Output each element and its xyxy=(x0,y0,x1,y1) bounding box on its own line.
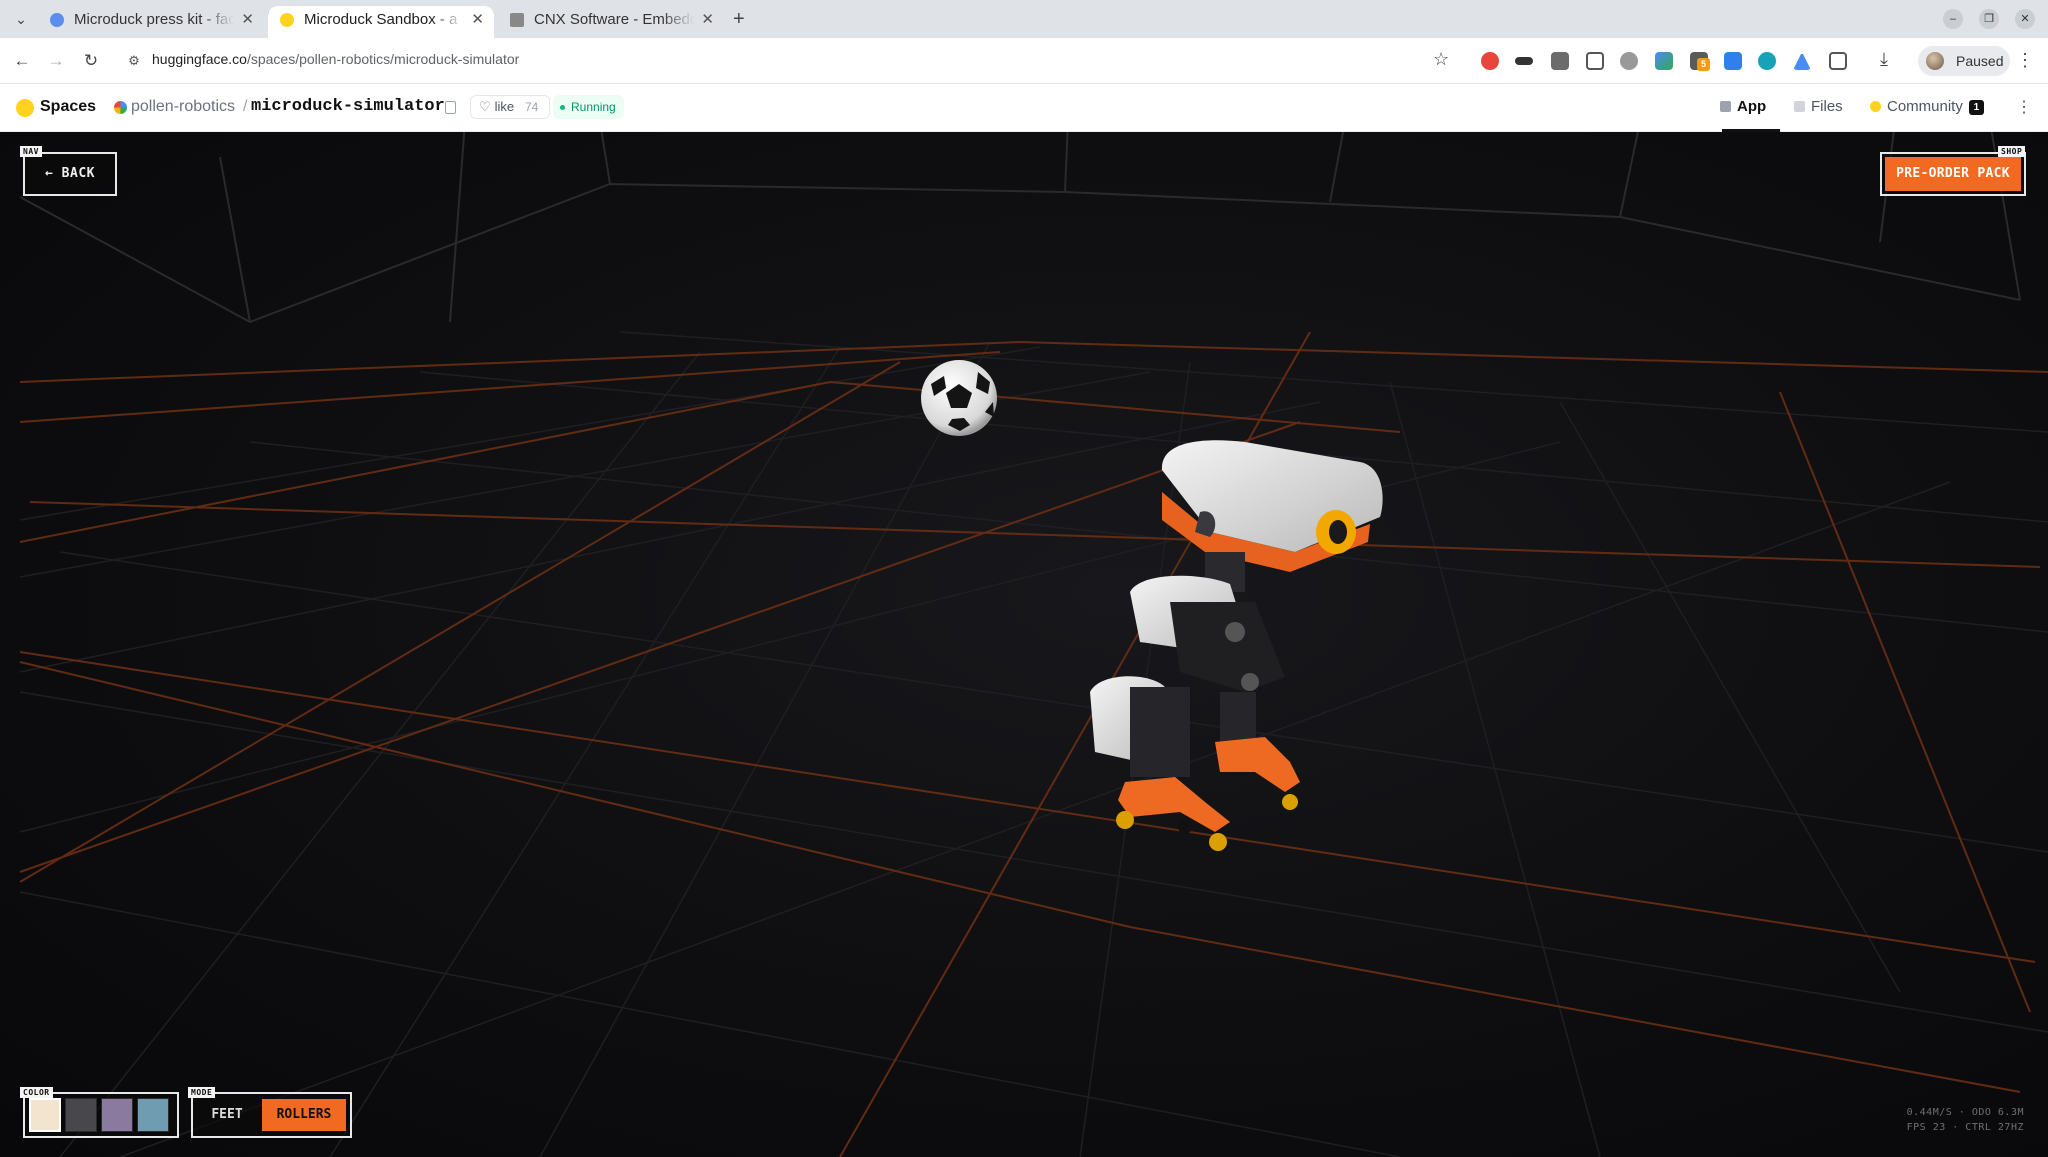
hugging-face-logo-icon[interactable] xyxy=(16,99,34,117)
browser-tab-strip: ⌄ Microduck press kit - facto ✕ Microduc… xyxy=(0,0,2048,38)
like-button[interactable]: ♡ like 74 xyxy=(470,95,550,119)
spaces-header: Spaces pollen-robotics / microduck-simul… xyxy=(0,84,2048,132)
back-arrow-icon[interactable]: ← xyxy=(11,50,33,72)
status-badge: Running xyxy=(553,95,624,119)
preorder-frame: PRE-ORDER PACK xyxy=(1880,152,2026,196)
microduck-robot[interactable] xyxy=(1090,440,1383,851)
soccer-ball[interactable] xyxy=(921,360,997,436)
tab-app-label: App xyxy=(1737,98,1767,115)
tab-title: Microduck Sandbox - a Hugg xyxy=(304,11,464,28)
back-button[interactable]: ← BACK xyxy=(23,152,117,196)
telemetry-readout: 0.44M/S · ODO 6.3M FPS 23 · CTRL 27HZ xyxy=(1907,1105,2024,1135)
community-count-badge: 1 xyxy=(1968,100,1984,115)
download-helper-extension-icon[interactable] xyxy=(1724,52,1742,70)
spaces-link[interactable]: Spaces xyxy=(40,98,96,116)
extensions-puzzle-icon[interactable] xyxy=(1829,52,1847,70)
like-label: like xyxy=(494,99,515,114)
arena-walls xyxy=(19,132,2021,324)
browser-tab-press-kit[interactable]: Microduck press kit - facto ✕ xyxy=(38,6,264,38)
tab-files-label: Files xyxy=(1811,98,1843,115)
url-domain: huggingface.co xyxy=(152,51,247,67)
copy-icon[interactable] xyxy=(445,101,456,114)
org-avatar-icon xyxy=(114,101,127,114)
mode-rollers-button[interactable]: ROLLERS xyxy=(262,1099,346,1131)
tab-search-chevron-icon[interactable]: ⌄ xyxy=(10,8,32,30)
community-icon xyxy=(1870,101,1881,112)
color-swatch-cream[interactable] xyxy=(29,1098,61,1132)
avatar xyxy=(1926,52,1944,70)
heart-icon: ♡ xyxy=(479,99,491,114)
floor-grid-accent xyxy=(19,331,2048,1157)
restore-window-icon[interactable]: ❐ xyxy=(1979,9,1999,29)
color-swatch-graphite[interactable] xyxy=(65,1098,97,1132)
tab-title: Microduck press kit - facto xyxy=(74,11,234,28)
breadcrumb-separator: / xyxy=(243,98,248,115)
tab-files[interactable]: Files xyxy=(1794,98,1843,115)
speed-odometer-readout: 0.44M/S · ODO 6.3M xyxy=(1906,1107,2024,1118)
mode-feet-button[interactable]: FEET xyxy=(201,1099,253,1131)
glasses-extension-icon[interactable] xyxy=(1515,57,1533,65)
tab-community[interactable]: Community 1 xyxy=(1870,98,1984,115)
tab-community-label: Community xyxy=(1887,98,1963,115)
nav-tag: NAV xyxy=(20,146,42,157)
url-path: /spaces/pollen-robotics/microduck-simula… xyxy=(246,51,520,67)
close-tab-icon[interactable]: ✕ xyxy=(701,6,714,34)
globe-extension-icon[interactable] xyxy=(1620,52,1638,70)
mode-tag: MODE xyxy=(188,1087,216,1098)
3d-scene[interactable] xyxy=(0,132,2048,1157)
address-bar[interactable]: huggingface.co/spaces/pollen-robotics/mi… xyxy=(152,51,519,67)
cnx-favicon-icon xyxy=(510,13,524,27)
extension-badge: 5 xyxy=(1697,58,1710,71)
press-kit-favicon-icon xyxy=(50,13,64,27)
profile-status: Paused xyxy=(1956,53,2004,69)
forward-arrow-icon[interactable]: → xyxy=(45,50,67,72)
close-tab-icon[interactable]: ✕ xyxy=(241,6,254,34)
edit-extension-icon[interactable] xyxy=(1655,52,1673,70)
simulator-viewport[interactable]: ← BACK NAV PRE-ORDER PACK SHOP COLOR FEE… xyxy=(0,132,2048,1157)
preorder-button[interactable]: PRE-ORDER PACK xyxy=(1885,157,2021,191)
floor-grid-minor xyxy=(19,331,2048,1157)
shop-tag: SHOP xyxy=(1998,146,2026,157)
circle-extension-icon[interactable] xyxy=(1758,52,1776,70)
new-tab-plus-icon[interactable]: + xyxy=(733,6,745,32)
fps-ctrl-readout: FPS 23 · CTRL 27HZ xyxy=(1906,1122,2024,1133)
color-swatch-lavender[interactable] xyxy=(101,1098,133,1132)
app-icon xyxy=(1720,101,1731,112)
tab-app[interactable]: App xyxy=(1720,98,1766,115)
minimize-window-icon[interactable]: – xyxy=(1943,9,1963,29)
drive-extension-icon[interactable] xyxy=(1793,52,1811,70)
browser-tab-cnx-software[interactable]: CNX Software - Embedded ✕ xyxy=(498,6,724,38)
profile-button[interactable]: Paused xyxy=(1918,46,2010,76)
adblock-extension-icon[interactable] xyxy=(1481,52,1499,70)
browser-toolbar: ← → ↻ ⚙ huggingface.co/spaces/pollen-rob… xyxy=(0,38,2048,84)
mode-toggle: FEET ROLLERS xyxy=(191,1092,352,1138)
like-count: 74 xyxy=(525,100,539,114)
color-picker xyxy=(23,1092,179,1138)
reload-icon[interactable]: ↻ xyxy=(80,50,102,72)
more-options-icon[interactable]: ⋮ xyxy=(2016,97,2032,117)
tab-title: CNX Software - Embedded xyxy=(534,11,694,28)
status-text: Running xyxy=(571,100,616,114)
browser-menu-icon[interactable]: ⋮ xyxy=(2016,50,2034,71)
files-icon xyxy=(1794,101,1805,112)
downloads-icon[interactable]: ⤓ xyxy=(1880,49,1888,70)
bookmark-star-icon[interactable]: ☆ xyxy=(1433,49,1449,70)
screen-extension-icon[interactable] xyxy=(1586,52,1604,70)
org-link[interactable]: pollen-robotics xyxy=(131,98,235,116)
color-tag: COLOR xyxy=(20,1087,53,1098)
color-swatch-teal[interactable] xyxy=(137,1098,169,1132)
status-dot-icon xyxy=(560,105,565,110)
hugging-face-favicon-icon xyxy=(280,13,294,27)
repo-title[interactable]: microduck-simulator xyxy=(251,97,445,116)
site-settings-icon[interactable]: ⚙ xyxy=(124,51,144,71)
browser-tab-microduck-sandbox[interactable]: Microduck Sandbox - a Hugg ✕ xyxy=(268,6,494,38)
close-window-icon[interactable]: ✕ xyxy=(2015,9,2035,29)
close-tab-icon[interactable]: ✕ xyxy=(471,6,484,34)
reader-extension-icon[interactable] xyxy=(1551,52,1569,70)
